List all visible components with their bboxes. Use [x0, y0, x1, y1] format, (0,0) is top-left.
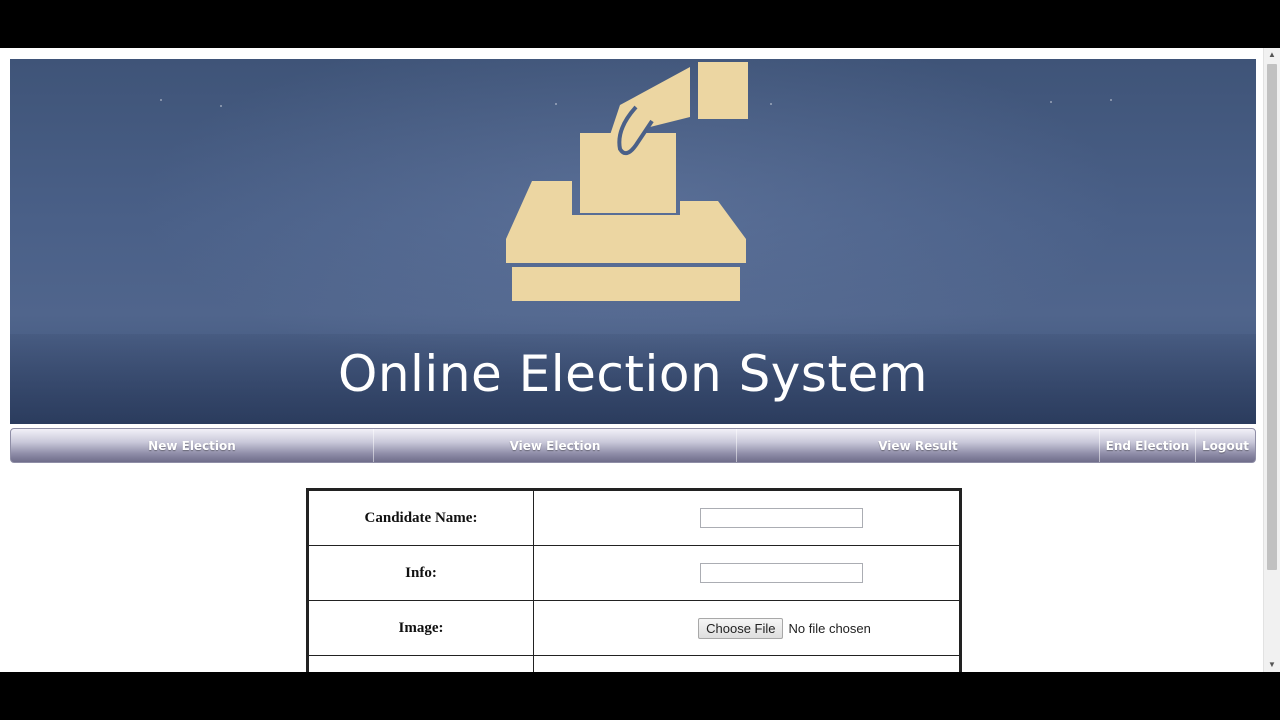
- banner-speck: [160, 99, 162, 101]
- page-scrollbar[interactable]: ▲ ▼: [1263, 48, 1280, 672]
- candidate-form-table: Candidate Name: Info: Image: Choose File…: [306, 488, 962, 672]
- image-cell: Choose File No file chosen: [533, 600, 961, 656]
- nav-logout[interactable]: Logout: [1196, 429, 1255, 462]
- nav-view-result[interactable]: View Result: [737, 429, 1100, 462]
- banner-speck: [1050, 101, 1052, 103]
- banner-title: Online Election System: [337, 345, 929, 403]
- file-status-text: No file chosen: [788, 620, 871, 636]
- main-nav-bar: New Election View Election View Result E…: [10, 428, 1256, 463]
- banner-speck: [220, 105, 222, 107]
- partial-row-cell: [307, 655, 534, 672]
- info-label: Info:: [307, 545, 534, 601]
- banner-speck: [770, 103, 772, 105]
- info-cell: [533, 545, 961, 601]
- browser-viewport: Online Election System New Election View…: [0, 48, 1280, 672]
- candidate-name-cell: [533, 489, 961, 546]
- image-file-picker: Choose File No file chosen: [698, 617, 871, 639]
- header-banner: Online Election System: [10, 59, 1256, 424]
- nav-end-election[interactable]: End Election: [1100, 429, 1196, 462]
- scroll-down-arrow-icon[interactable]: ▼: [1264, 658, 1280, 672]
- partial-row-cell: [533, 655, 961, 672]
- image-label: Image:: [307, 600, 534, 656]
- candidate-name-label: Candidate Name:: [307, 489, 534, 546]
- candidate-name-input[interactable]: [700, 508, 863, 528]
- form-row-partial: [307, 655, 961, 672]
- choose-file-button[interactable]: Choose File: [698, 617, 784, 639]
- scroll-thumb[interactable]: [1267, 64, 1277, 570]
- info-input[interactable]: [700, 563, 863, 583]
- nav-view-election[interactable]: View Election: [374, 429, 737, 462]
- form-row-image: Image: Choose File No file chosen: [307, 600, 961, 656]
- ballot-box-icon: [506, 62, 748, 301]
- scroll-up-arrow-icon[interactable]: ▲: [1264, 48, 1280, 62]
- form-row-info: Info:: [307, 545, 961, 601]
- nav-new-election[interactable]: New Election: [11, 429, 374, 462]
- banner-speck: [1110, 99, 1112, 101]
- form-row-candidate-name: Candidate Name:: [307, 489, 961, 546]
